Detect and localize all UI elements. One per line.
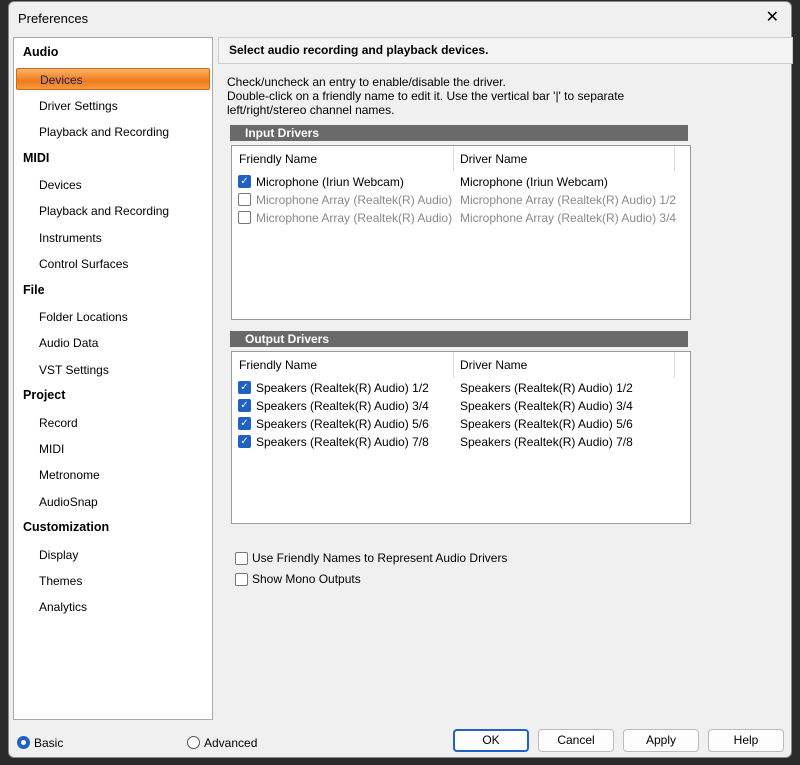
sidebar-category: Audio	[23, 45, 59, 59]
sidebar-category: Project	[23, 388, 66, 403]
show-mono-outputs-checkbox[interactable]: Show Mono Outputs	[235, 571, 361, 587]
checkbox-box	[235, 552, 248, 565]
column-divider[interactable]	[453, 352, 454, 378]
column-header-driver-name[interactable]: Driver Name	[460, 358, 527, 372]
driver-row[interactable]: ✓ Speakers (Realtek(R) Audio) 5/6 Speakers…	[238, 415, 678, 433]
desc-line: Double-click on a friendly name to edit …	[227, 89, 625, 117]
input-drivers-header: Input Drivers	[230, 125, 688, 141]
sidebar-item[interactable]: Display	[16, 544, 210, 566]
driver-row[interactable]: ✓ Microphone (Iriun Webcam) Microphone (Ir…	[238, 173, 678, 191]
description: Check/uncheck an entry to enable/disable…	[227, 75, 697, 117]
radio-label: Advanced	[204, 736, 258, 750]
radio-dot	[187, 736, 200, 749]
option-label: Show Mono Outputs	[252, 572, 361, 586]
driver-name: Speakers (Realtek(R) Audio) 3/4	[460, 399, 633, 413]
driver-name: Speakers (Realtek(R) Audio) 1/2	[460, 381, 633, 395]
apply-button[interactable]: Apply	[623, 729, 699, 752]
friendly-name[interactable]: Speakers (Realtek(R) Audio) 7/8	[256, 433, 456, 451]
window-title: Preferences	[18, 11, 89, 26]
option-label: Use Friendly Names to Represent Audio Dr…	[252, 551, 508, 565]
driver-checkbox[interactable]: ✓	[238, 381, 251, 394]
sidebar-item[interactable]: Themes	[16, 570, 210, 592]
column-header-friendly-name[interactable]: Friendly Name	[239, 358, 317, 372]
advanced-radio[interactable]: Advanced	[187, 735, 257, 751]
help-button[interactable]: Help	[708, 729, 784, 752]
driver-row[interactable]: ✓ Speakers (Realtek(R) Audio) 3/4 Speakers…	[238, 397, 678, 415]
friendly-name[interactable]: Microphone Array (Realtek(R) Audio) ...	[256, 209, 456, 227]
sidebar-item[interactable]: Control Surfaces	[16, 253, 210, 275]
cancel-button[interactable]: Cancel	[538, 729, 614, 752]
radio-label: Basic	[34, 736, 64, 750]
checkbox-box	[235, 573, 248, 586]
use-friendly-names-checkbox[interactable]: Use Friendly Names to Represent Audio Dr…	[235, 550, 507, 566]
driver-checkbox[interactable]: ✓	[238, 435, 251, 448]
output-drivers-list[interactable]: Friendly Name Driver Name ✓ Speakers (Realt…	[231, 351, 691, 524]
sidebar-item[interactable]: VST Settings	[16, 359, 210, 381]
sidebar-item[interactable]: Devices	[16, 68, 210, 91]
sidebar-item[interactable]: Playback and Recording	[16, 200, 210, 222]
column-header-driver-name[interactable]: Driver Name	[460, 152, 527, 166]
sidebar-item[interactable]: Folder Locations	[16, 306, 210, 328]
sidebar-item[interactable]: Metronome	[16, 464, 210, 486]
driver-checkbox[interactable]: ✓	[238, 417, 251, 430]
driver-name: Speakers (Realtek(R) Audio) 7/8	[460, 435, 633, 449]
sidebar-item[interactable]: Driver Settings	[16, 95, 210, 117]
sidebar-item[interactable]: Playback and Recording	[16, 121, 210, 143]
friendly-name[interactable]: Microphone (Iriun Webcam)	[256, 173, 456, 191]
friendly-name[interactable]: Microphone Array (Realtek(R) Audio) ...	[256, 191, 456, 209]
sidebar: Audio Devices Driver Settings Playback and …	[13, 37, 213, 720]
driver-name: Speakers (Realtek(R) Audio) 5/6	[460, 417, 633, 431]
column-divider[interactable]	[674, 352, 675, 378]
close-icon[interactable]: ✕	[766, 7, 779, 27]
driver-row[interactable]: Microphone Array (Realtek(R) Audio) ... M…	[238, 191, 678, 209]
sidebar-item[interactable]: Instruments	[16, 227, 210, 249]
sidebar-item[interactable]: Audio Data	[16, 332, 210, 354]
driver-checkbox[interactable]	[238, 211, 251, 224]
column-divider[interactable]	[674, 146, 675, 172]
driver-name: Microphone Array (Realtek(R) Audio) 3/4	[460, 211, 677, 225]
sidebar-category: Customization	[23, 520, 110, 535]
sidebar-item[interactable]: Devices	[16, 174, 210, 196]
input-drivers-list[interactable]: Friendly Name Driver Name ✓ Microphone (Iri…	[231, 145, 691, 320]
column-header-friendly-name[interactable]: Friendly Name	[239, 152, 317, 166]
driver-checkbox[interactable]: ✓	[238, 175, 251, 188]
basic-radio[interactable]: Basic	[17, 735, 63, 751]
ok-button[interactable]: OK	[453, 729, 529, 752]
driver-row[interactable]: ✓ Speakers (Realtek(R) Audio) 1/2 Speakers…	[238, 379, 678, 397]
sidebar-item[interactable]: AudioSnap	[16, 491, 210, 513]
driver-row[interactable]: Microphone Array (Realtek(R) Audio) ... M…	[238, 209, 678, 227]
sidebar-item[interactable]: MIDI	[16, 438, 210, 460]
driver-checkbox[interactable]: ✓	[238, 399, 251, 412]
friendly-name[interactable]: Speakers (Realtek(R) Audio) 3/4	[256, 397, 456, 415]
sidebar-item[interactable]: Analytics	[16, 596, 210, 618]
radio-dot	[17, 736, 30, 749]
column-divider[interactable]	[453, 146, 454, 172]
driver-row[interactable]: ✓ Speakers (Realtek(R) Audio) 7/8 Speakers…	[238, 433, 678, 451]
sidebar-item[interactable]: Record	[16, 412, 210, 434]
driver-name: Microphone Array (Realtek(R) Audio) 1/2	[460, 193, 677, 207]
preferences-dialog: Preferences ✕ Audio Devices Driver Setting…	[8, 1, 793, 758]
friendly-name[interactable]: Speakers (Realtek(R) Audio) 1/2	[256, 379, 456, 397]
page-header: Select audio recording and playback devi…	[218, 37, 793, 64]
friendly-name[interactable]: Speakers (Realtek(R) Audio) 5/6	[256, 415, 456, 433]
output-drivers-header: Output Drivers	[230, 331, 688, 347]
driver-name: Microphone (Iriun Webcam)	[460, 175, 608, 189]
driver-checkbox[interactable]	[238, 193, 251, 206]
sidebar-category: File	[23, 282, 45, 297]
desc-line: Check/uncheck an entry to enable/disable…	[227, 75, 506, 89]
sidebar-category: MIDI	[23, 150, 50, 165]
